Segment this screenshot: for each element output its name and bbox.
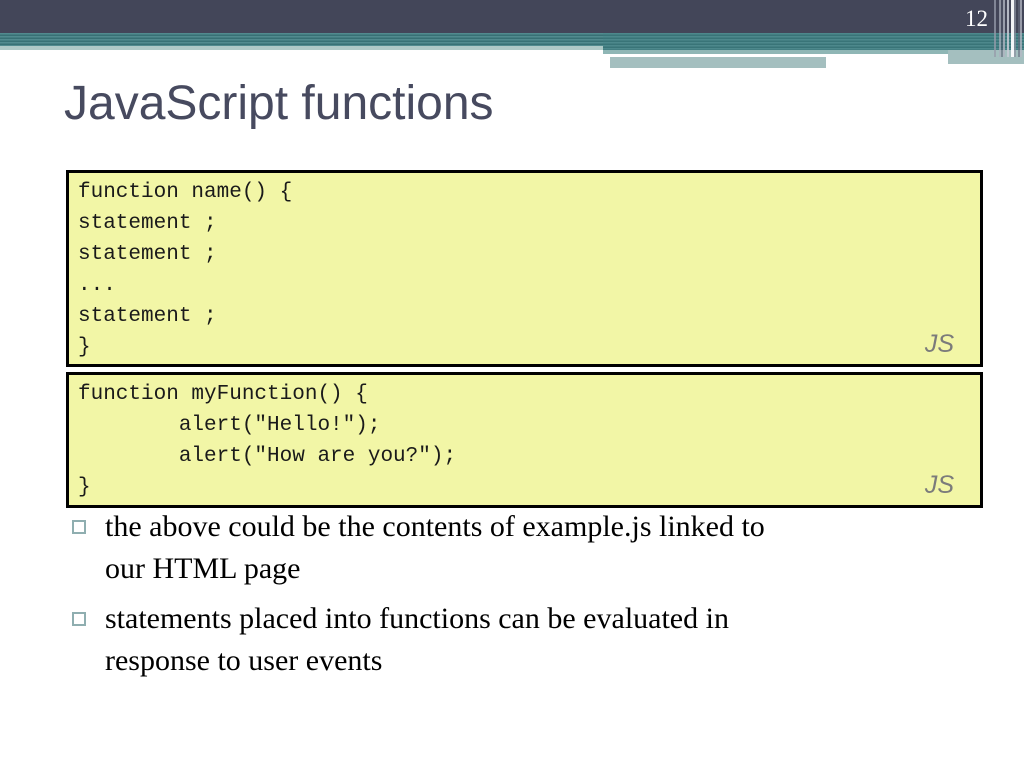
code-text: function myFunction() { alert("Hello!");… xyxy=(78,383,457,499)
header-teal-extension xyxy=(603,33,1024,50)
square-bullet-icon xyxy=(72,612,86,626)
bullet-list: the above could be the contents of examp… xyxy=(66,506,976,690)
header-vertical-stripes-decoration xyxy=(992,0,1024,57)
header-light-strip xyxy=(0,46,604,50)
js-language-badge: JS xyxy=(924,471,954,499)
bullet-item: statements placed into functions can be … xyxy=(66,598,976,682)
slide: 12 JavaScript functions function name() … xyxy=(0,0,1024,768)
code-box-function-syntax: function name() { statement ; statement … xyxy=(66,170,983,367)
slide-title: JavaScript functions xyxy=(64,77,494,130)
bullet-text: the above could be the contents of examp… xyxy=(105,510,765,585)
js-language-badge: JS xyxy=(924,330,954,358)
code-box-function-example: function myFunction() { alert("Hello!");… xyxy=(66,372,983,508)
header-accent-band xyxy=(610,57,826,68)
bullet-item: the above could be the contents of examp… xyxy=(66,506,976,590)
slide-page-number: 12 xyxy=(965,6,988,31)
square-bullet-icon xyxy=(72,520,86,534)
header-navy-bar xyxy=(0,0,1024,33)
bullet-text: statements placed into functions can be … xyxy=(105,602,729,677)
code-text: function name() { statement ; statement … xyxy=(78,181,293,359)
